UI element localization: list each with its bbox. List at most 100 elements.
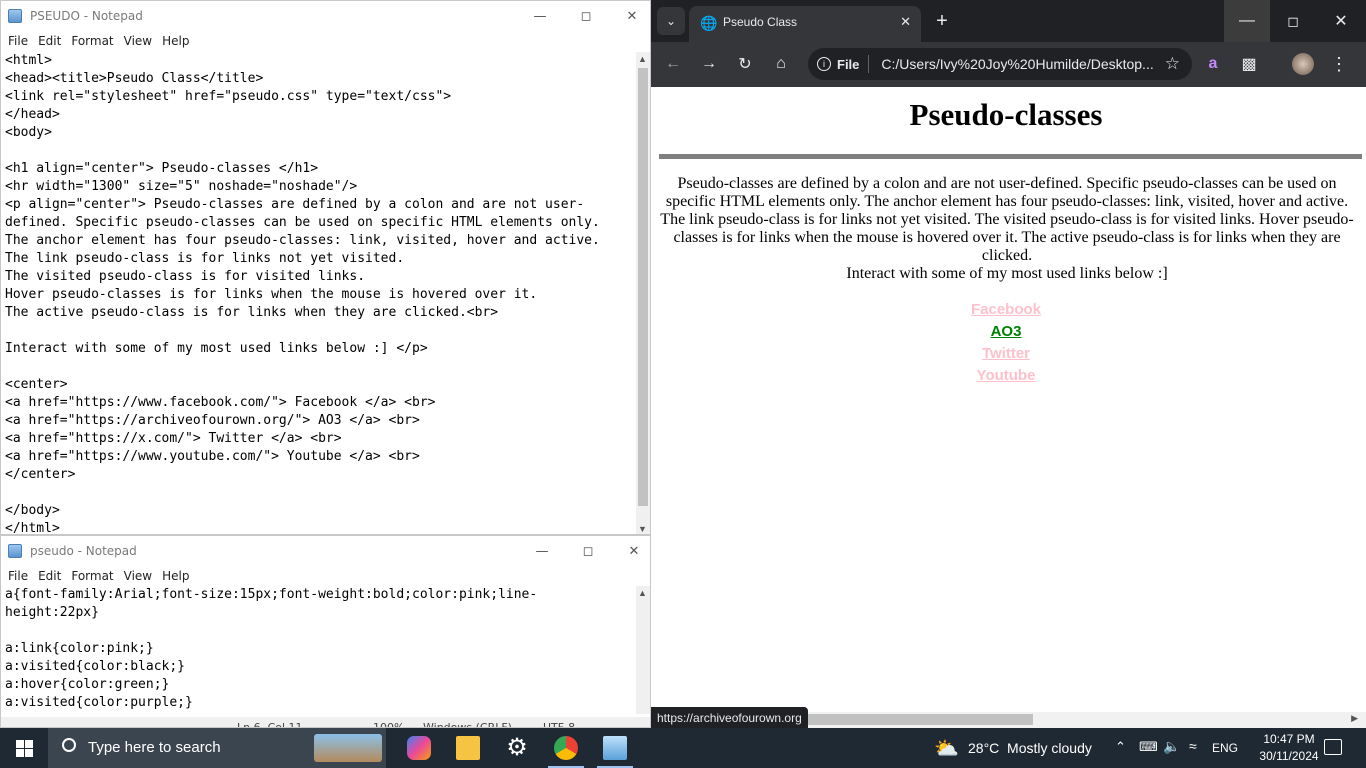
window-maximize-button[interactable]: ◻ [1270,0,1316,42]
tab-search-button[interactable]: ⌄ [657,7,685,35]
page-paragraph: Pseudo-classes are defined by a colon an… [659,175,1355,283]
paragraph-text: Pseudo-classes are defined by a colon an… [660,175,1354,264]
text-line: </html> [5,521,60,535]
scroll-right-arrow-icon[interactable]: ▶ [1351,713,1358,724]
horizontal-rule [659,154,1362,159]
profile-avatar[interactable] [1292,53,1314,75]
windows-start-icon[interactable] [16,740,33,757]
chrome-icon[interactable] [554,736,578,760]
notepad-titlebar: pseudo - Notepad — ◻ ✕ [1,536,650,566]
menu-edit[interactable]: Edit [33,569,66,583]
weather-text[interactable]: 28°C Mostly cloudy [968,740,1092,756]
link-twitter[interactable]: Twitter [651,345,1361,362]
menu-view[interactable]: View [119,34,157,48]
maximize-button[interactable]: ◻ [565,536,611,566]
minimize-button[interactable]: — [517,1,563,31]
network-icon[interactable]: ≈ [1189,738,1197,754]
window-minimize-button[interactable]: — [1224,0,1270,42]
scroll-down-arrow-icon[interactable]: ▼ [638,524,647,534]
text-line [5,322,636,340]
menu-file[interactable]: File [3,34,33,48]
chevron-up-icon[interactable]: ⌃ [1115,739,1126,755]
menu-bar: File Edit Format View Help [1,566,650,586]
clock-time[interactable]: 10:47 PM [1254,732,1324,746]
text-line: <a href="https://x.com/"> Twitter </a> <… [5,431,342,446]
link-status-url: https://archiveofourown.org [651,707,808,729]
forward-arrow-icon[interactable]: → [695,50,723,78]
back-arrow-icon[interactable]: ← [659,50,687,78]
vertical-scrollbar[interactable]: ▲ ▼ [636,52,650,534]
search-placeholder: Type here to search [88,739,221,756]
page-heading: Pseudo-classes [909,97,1103,132]
text-line: <hr width="1300" size="5" noshade="nosha… [5,179,358,194]
bookmark-star-icon[interactable]: ☆ [1165,54,1180,74]
taskbar-search-box[interactable]: Type here to search [48,728,386,768]
vertical-scrollbar[interactable]: ▲ [636,586,650,714]
menu-format[interactable]: Format [66,569,118,583]
menu-view[interactable]: View [119,569,157,583]
extensions-puzzle-icon[interactable]: ▩ [1235,50,1263,78]
link-youtube[interactable]: Youtube [651,367,1361,384]
text-line: </head> [5,107,60,122]
copilot-icon[interactable] [407,736,431,760]
text-line: <body> [5,125,52,140]
menu-file[interactable]: File [3,569,33,583]
close-button[interactable]: ✕ [611,536,650,566]
notepad-taskbar-icon[interactable] [603,736,627,760]
tab-title: Pseudo Class [723,15,798,29]
notification-icon[interactable] [1324,739,1342,755]
taskbar: Type here to search ⚙ ⛅ 28°C Mostly clou… [0,728,1366,768]
maximize-button[interactable]: ◻ [563,1,609,31]
menu-help[interactable]: Help [157,569,194,583]
settings-gear-icon[interactable]: ⚙ [505,736,529,760]
browser-window: ⌄ 🌐 Pseudo Class ✕ + — ◻ ✕ ← → ↻ ⌂ i Fil… [651,0,1366,728]
text-line: <head><title>Pseudo Class</title> [5,71,264,86]
reload-icon[interactable]: ↻ [731,50,759,78]
address-divider [868,55,870,73]
text-line: <html> [5,53,52,68]
text-line: <p align="center"> Pseudo-classes are de… [5,197,585,212]
text-editor-area[interactable]: <html> <head><title>Pseudo Class</title> <… [1,52,636,535]
text-line: Hover pseudo-classes is for links when t… [5,287,538,302]
text-line: a:hover{color:green;} [5,677,170,692]
clock-date[interactable]: 30/11/2024 [1254,749,1324,763]
menu-format[interactable]: Format [66,34,118,48]
tab-pseudo-class[interactable]: 🌐 Pseudo Class ✕ [689,6,921,42]
scroll-up-arrow-icon[interactable]: ▲ [638,54,647,64]
new-tab-button[interactable]: + [928,7,956,35]
input-method-icon[interactable]: ⌨ [1139,739,1158,755]
menu-dots-icon[interactable]: ⋮ [1325,50,1353,78]
notepad-icon [8,544,22,558]
menu-edit[interactable]: Edit [33,34,66,48]
file-explorer-icon[interactable] [456,736,480,760]
tab-close-icon[interactable]: ✕ [900,14,911,30]
minimize-button[interactable]: — [519,536,565,566]
home-icon[interactable]: ⌂ [767,50,795,78]
scrollbar-thumb[interactable] [638,68,648,506]
interact-text: Interact with some of my most used links… [846,265,1168,282]
weather-cloud-icon[interactable]: ⛅ [934,736,959,761]
text-editor-area[interactable]: a{font-family:Arial;font-size:15px;font-… [1,586,636,714]
speaker-icon[interactable]: 🔈 [1163,738,1180,755]
link-facebook[interactable]: Facebook [651,301,1361,318]
text-line: <h1 align="center"> Pseudo-classes </h1> [5,161,319,176]
window-close-button[interactable]: ✕ [1316,0,1366,42]
text-line [5,358,636,376]
text-line: <center> [5,377,68,392]
notepad-title: pseudo - Notepad [30,544,137,558]
text-line [5,484,636,502]
notepad-title: PSEUDO - Notepad [30,9,143,23]
scroll-up-arrow-icon[interactable]: ▲ [638,588,647,598]
menu-help[interactable]: Help [157,34,194,48]
language-indicator[interactable]: ENG [1212,741,1238,755]
scrollbar-thumb[interactable] [801,714,1033,725]
info-icon[interactable]: i [817,57,831,71]
close-button[interactable]: ✕ [609,1,650,31]
text-line: The anchor element has four pseudo-class… [5,233,600,248]
tab-strip: ⌄ 🌐 Pseudo Class ✕ + — ◻ ✕ [651,0,1366,42]
status-bar: Ln 6, Col 11 100% Windows (CRLF) UTF-8 [1,717,650,727]
address-bar[interactable]: i File C:/Users/Ivy%20Joy%20Humilde/Desk… [808,48,1192,80]
text-line: defined. Specific pseudo-classes can be … [5,215,600,230]
link-ao3[interactable]: AO3 [651,323,1361,340]
extension-a-icon[interactable]: a [1199,50,1227,78]
